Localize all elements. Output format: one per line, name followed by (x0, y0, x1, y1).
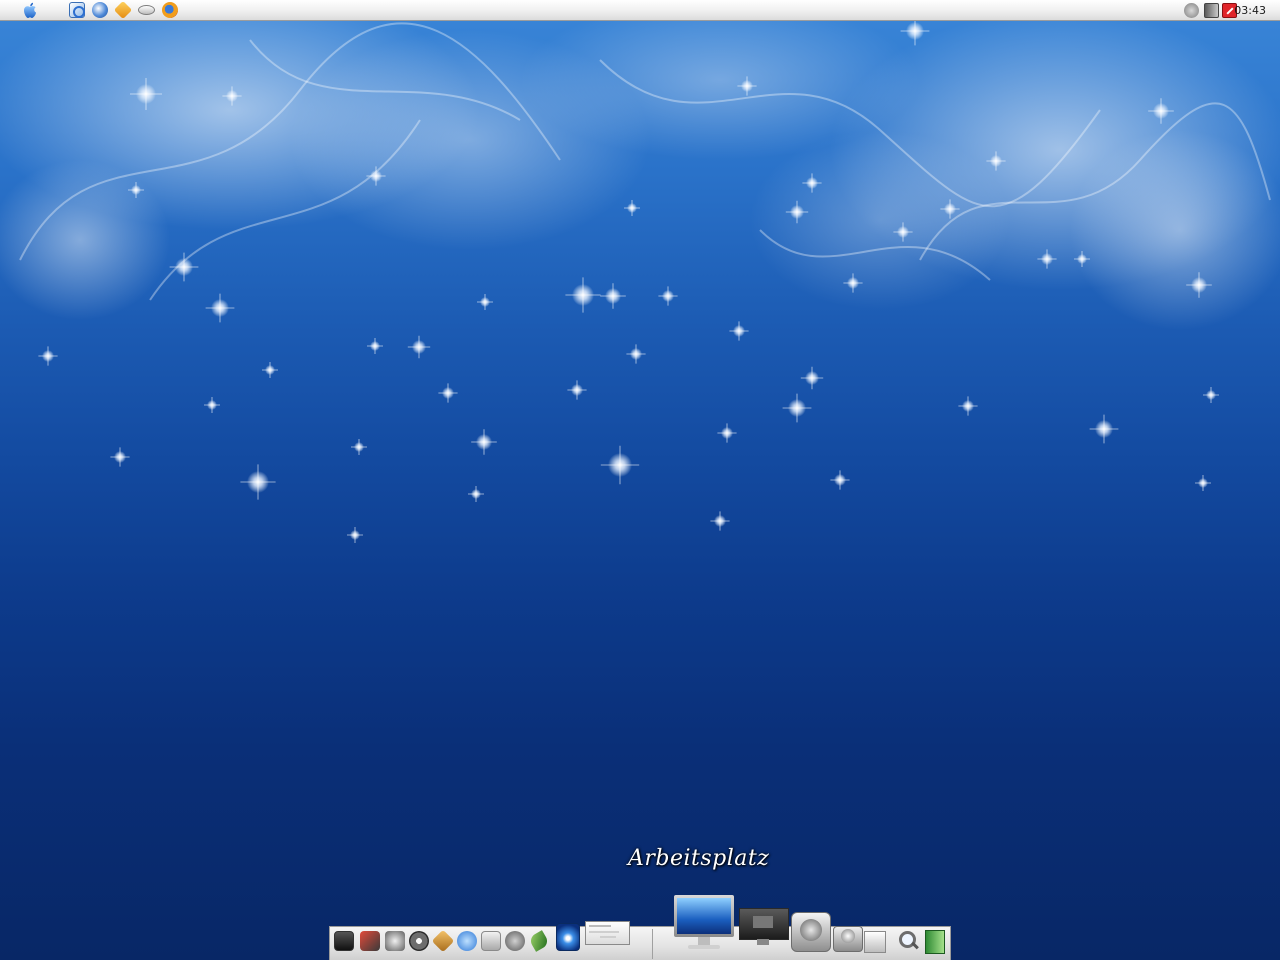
window-preview-icon[interactable] (585, 921, 630, 945)
star-ray (958, 396, 978, 416)
star-ray (782, 393, 812, 423)
dock-separator (652, 929, 653, 959)
disc-drive-icon[interactable] (409, 931, 429, 951)
star-ray (204, 397, 220, 413)
star-ray (1203, 387, 1219, 403)
volume-icon[interactable] (1204, 3, 1219, 18)
star-ray (800, 366, 824, 390)
monitor-icon[interactable] (334, 931, 354, 951)
star-ray (658, 286, 678, 306)
internet-explorer-icon[interactable] (92, 2, 108, 18)
star-ray (477, 294, 493, 310)
apple-icon[interactable] (22, 2, 38, 19)
star-ray (830, 470, 850, 490)
star-ray (1089, 414, 1119, 444)
star-ray (471, 429, 497, 455)
star-ray (169, 252, 199, 282)
star-ray (600, 283, 626, 309)
star-ray (38, 346, 58, 366)
star-ray (1195, 475, 1211, 491)
star-ray (351, 439, 367, 455)
star-ray (626, 344, 646, 364)
firefox-icon[interactable] (162, 2, 178, 18)
winamp-icon[interactable] (113, 0, 133, 20)
notes-icon[interactable] (925, 930, 945, 954)
star-ray (624, 200, 640, 216)
star-ray (468, 486, 484, 502)
my-computer-icon[interactable] (674, 895, 734, 953)
star-ray (347, 527, 363, 543)
display-icon[interactable] (739, 908, 789, 948)
drive-icon[interactable] (138, 5, 155, 15)
star-ray (262, 362, 278, 378)
sync-icon[interactable] (457, 931, 477, 951)
star-ray (717, 423, 737, 443)
dock-hover-label: Arbeitsplatz (628, 846, 770, 871)
clock[interactable]: 03:43 (1234, 4, 1266, 17)
star-ray (110, 447, 130, 467)
stack-icon[interactable] (864, 931, 886, 953)
star-ray (438, 383, 458, 403)
star-ray (407, 335, 431, 359)
star-ray (729, 321, 749, 341)
search-icon[interactable] (898, 930, 920, 952)
hdd-icon[interactable] (791, 912, 831, 952)
settings-dial-icon[interactable] (505, 931, 525, 951)
hard-drive-icon[interactable] (481, 931, 501, 951)
desktop-wallpaper (0, 0, 1280, 960)
outlook-express-icon[interactable] (69, 2, 85, 18)
star-ray (600, 445, 640, 485)
star-ray (240, 464, 276, 500)
network-icon[interactable] (1184, 3, 1199, 18)
media-player-icon[interactable] (360, 931, 380, 951)
system-tools-icon[interactable] (385, 931, 405, 951)
star-ray (710, 511, 730, 531)
star-ray (567, 380, 587, 400)
star-ray (205, 293, 235, 323)
top-menu-bar: 03:43 (0, 0, 1280, 21)
wallpaper-art (0, 0, 1280, 543)
planet-icon[interactable] (556, 923, 580, 951)
star-ray (565, 277, 601, 313)
star-ray (367, 338, 383, 354)
drive-globe-icon[interactable] (833, 926, 863, 952)
